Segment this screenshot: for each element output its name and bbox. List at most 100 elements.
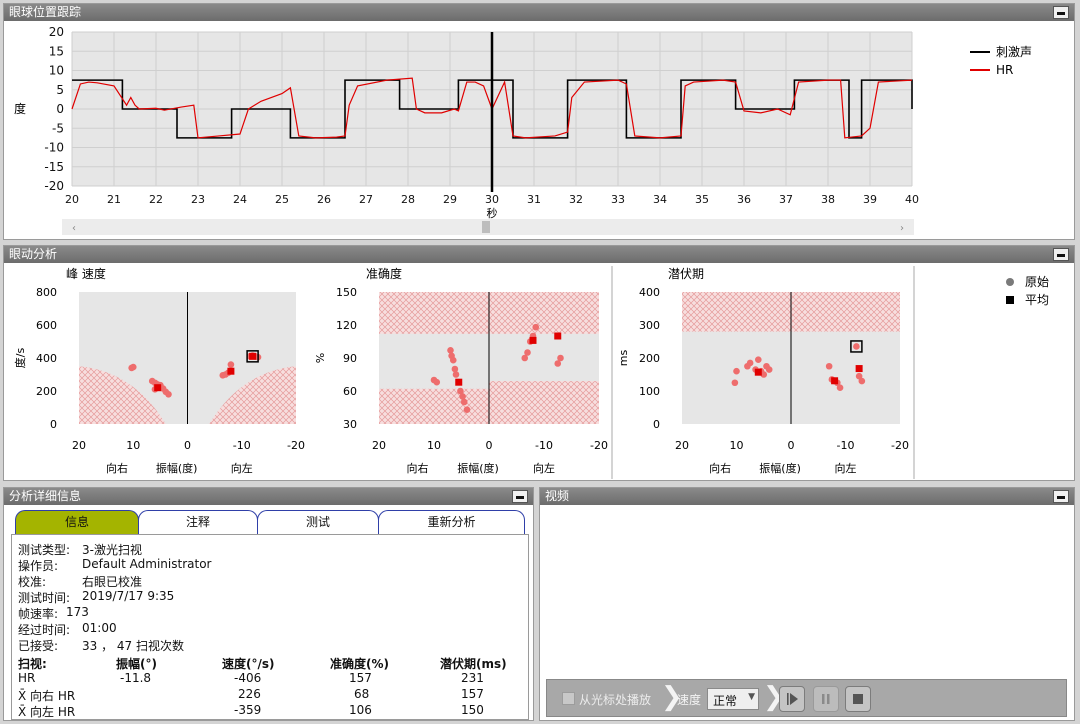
y-tick-label: 5 (56, 83, 64, 97)
tab-test[interactable]: 测试 (257, 510, 379, 534)
x-tick-label: 0 (486, 439, 493, 452)
analysis-minimize-button[interactable] (1053, 248, 1069, 261)
tracking-panel-title: 眼球位置跟踪 (4, 4, 1074, 21)
info-value: 01:00 (82, 621, 117, 635)
legend-label: 刺激声 (996, 45, 1032, 59)
raw-point (449, 356, 457, 364)
analysis-panel-title: 眼动分析 (4, 246, 1074, 263)
chevron-left-icon: ‹ (72, 223, 76, 234)
raw-point (825, 362, 833, 370)
scrollbar-thumb (482, 221, 490, 233)
x-tick-label: -10 (233, 439, 251, 452)
table-cell: 231 (461, 671, 484, 685)
saccade-table: 扫视: 振幅(°) 速度(°/s) 准确度(%) 潜伏期(ms) HR -11.… (18, 655, 518, 719)
x-dir-label-right: 向右 (709, 461, 731, 475)
y-tick-label: 90 (343, 352, 357, 365)
raw-point (433, 378, 441, 386)
y-tick-label: 15 (49, 44, 64, 58)
cursor-play-label: 从光标处播放 (579, 693, 652, 707)
x-tick-label: 24 (233, 193, 247, 206)
table-cell: 157 (461, 687, 484, 701)
video-minimize-button[interactable] (1053, 490, 1069, 503)
legend-marker-raw (1006, 278, 1014, 286)
table-row: HR -11.8 -406 157 231 (18, 671, 518, 687)
x-tick-label: 20 (65, 193, 79, 206)
chart-title: 峰 速度 (66, 266, 106, 281)
col-header: 扫视: (18, 657, 47, 671)
x-tick-label: 39 (863, 193, 877, 206)
x-tick-label: 30 (485, 193, 499, 206)
average-point (227, 367, 235, 375)
x-tick-label: 25 (275, 193, 289, 206)
x-dir-label-left: 向左 (533, 461, 555, 475)
raw-point (447, 347, 454, 354)
speed-select[interactable]: 正常 ▼ (707, 688, 759, 710)
info-value: 2019/7/17 9:35 (82, 589, 175, 603)
col-header: 振幅(°) (116, 657, 157, 671)
y-tick-label: 150 (336, 286, 357, 299)
x-tick-label: 38 (821, 193, 835, 206)
info-content: 测试类型: 3-激光扫视 操作员: Default Administrator 校准… (11, 534, 529, 720)
x-tick-label: 10 (126, 439, 140, 452)
table-cell: 150 (461, 703, 484, 717)
video-panel-title: 视频 (540, 488, 1074, 505)
cursor-play-checkbox[interactable] (562, 692, 575, 705)
raw-point (452, 371, 460, 378)
y-tick-label: 0 (653, 418, 660, 431)
raw-point (129, 363, 137, 371)
y-tick-label: 10 (49, 64, 64, 78)
average-point (831, 377, 839, 385)
raw-point (524, 349, 531, 356)
average-point (154, 384, 162, 392)
play-button[interactable] (779, 686, 805, 712)
raw-point (451, 365, 459, 373)
x-tick-label: 37 (779, 193, 793, 206)
raw-point (836, 384, 844, 391)
y-tick-label: -20 (44, 179, 64, 193)
col-header: 准确度(%) (330, 657, 389, 671)
table-cell: 226 (238, 687, 261, 701)
legend-label: HR (996, 63, 1013, 77)
y-tick-label: -15 (44, 160, 64, 174)
table-cell: 68 (354, 687, 370, 701)
x-tick-label: 28 (401, 193, 415, 206)
y-tick-label: 600 (36, 319, 57, 332)
x-axis-label: 振幅(度) (457, 461, 499, 475)
raw-point (227, 361, 235, 368)
x-dir-label-right: 向右 (407, 461, 429, 475)
raw-point (165, 391, 172, 398)
x-tick-label: -20 (590, 439, 608, 452)
col-header: 潜伏期(ms) (440, 657, 507, 671)
chevron-down-icon: ▼ (748, 692, 755, 702)
legend-label: 平均 (1025, 293, 1049, 307)
play-icon (787, 693, 798, 705)
stop-button[interactable] (845, 686, 871, 712)
details-minimize-button[interactable] (512, 490, 528, 503)
raw-point (532, 323, 540, 331)
tab-info[interactable]: 信息 (15, 510, 139, 534)
x-axis-label: 振幅(度) (759, 461, 801, 475)
table-row: X̄ 向右 HR 226 68 157 (18, 687, 518, 703)
pause-button[interactable] (813, 686, 839, 712)
speed-select-value: 正常 (713, 694, 738, 708)
y-tick-label: -10 (44, 141, 64, 155)
x-axis-label: 振幅(度) (156, 461, 198, 475)
x-tick-label: 40 (905, 193, 919, 206)
speed-label: 速度 (677, 693, 702, 707)
tab-reanalyze[interactable]: 重新分析 (378, 510, 525, 534)
average-point (455, 378, 463, 386)
tracking-minimize-button[interactable] (1053, 6, 1069, 19)
average-point (855, 365, 863, 373)
x-tick-label: 35 (695, 193, 709, 206)
abnormal-zone (379, 388, 489, 424)
table-header-row: 扫视: 振幅(°) 速度(°/s) 准确度(%) 潜伏期(ms) (18, 655, 518, 671)
legend-marker-average (1006, 296, 1014, 304)
x-dir-label-right: 向右 (106, 461, 128, 475)
tab-notes[interactable]: 注释 (138, 510, 258, 534)
y-tick-label: -5 (52, 121, 64, 135)
x-tick-label: 36 (737, 193, 751, 206)
x-tick-label: 27 (359, 193, 373, 206)
x-tick-label: 10 (730, 439, 744, 452)
tracking-chart: 20151050-5-10-15-2020 21 22 23 24 25 26 27 28 29 3… (14, 25, 1032, 235)
details-panel-title: 分析详细信息 (4, 488, 533, 505)
